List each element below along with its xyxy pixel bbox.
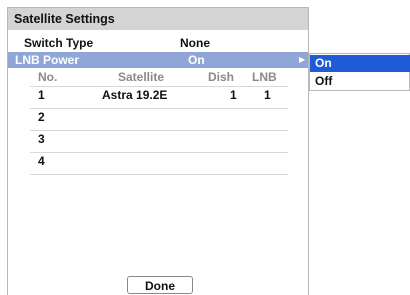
- row-no: 3: [38, 132, 45, 146]
- switch-type-value[interactable]: None: [180, 35, 210, 51]
- done-button[interactable]: Done: [127, 276, 193, 294]
- option-off[interactable]: Off: [310, 73, 410, 90]
- lnb-power-row[interactable]: LNB Power On ▶: [8, 52, 308, 68]
- header-lnb: LNB: [252, 70, 277, 84]
- row-no: 1: [38, 88, 45, 102]
- header-no: No.: [38, 70, 58, 84]
- row-dish: 1: [230, 88, 237, 102]
- submenu-arrow-icon: ▶: [299, 55, 306, 64]
- row-no: 2: [38, 110, 45, 124]
- header-dish: Dish: [208, 70, 235, 84]
- option-on[interactable]: On: [310, 55, 410, 72]
- row-no: 4: [38, 154, 45, 168]
- satellite-table-header: No. Satellite Dish LNB: [8, 70, 308, 85]
- satellite-settings-dialog: Satellite Settings Switch Type None LNB …: [7, 7, 309, 295]
- table-divider: [30, 174, 288, 175]
- row-satellite: Astra 19.2E: [102, 88, 168, 102]
- lnb-power-label: LNB Power: [15, 53, 80, 67]
- switch-type-label: Switch Type: [24, 36, 94, 50]
- header-satellite: Satellite: [118, 70, 165, 84]
- lnb-power-value[interactable]: On: [188, 52, 205, 68]
- dialog-title: Satellite Settings: [8, 8, 308, 30]
- row-lnb: 1: [264, 88, 271, 102]
- switch-type-row[interactable]: Switch Type None: [8, 35, 308, 51]
- table-row[interactable]: 1 Astra 19.2E 1 1: [30, 86, 288, 103]
- lnb-power-options-popup: On Off: [309, 53, 410, 91]
- table-row[interactable]: 2: [30, 108, 288, 125]
- table-row[interactable]: 4: [30, 152, 288, 169]
- table-row[interactable]: 3: [30, 130, 288, 147]
